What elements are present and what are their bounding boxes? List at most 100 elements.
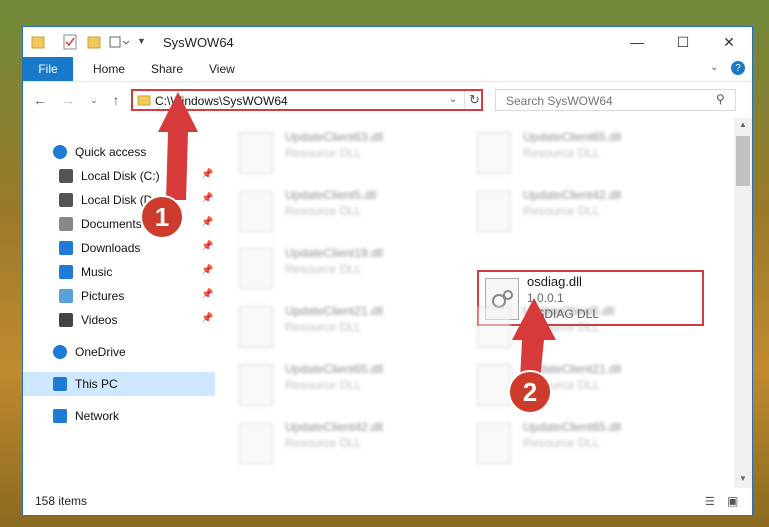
properties-icon[interactable] bbox=[63, 34, 77, 50]
file-tile[interactable]: UpdateClient19.dll Resource DLL bbox=[239, 244, 469, 292]
dropdown-icon[interactable]: ▼ bbox=[137, 36, 146, 52]
sidebar-item-label: Local Disk (C:) bbox=[81, 169, 160, 183]
star-icon bbox=[53, 145, 67, 159]
maximize-button[interactable]: ☐ bbox=[660, 27, 706, 57]
sidebar-item-label: OneDrive bbox=[75, 345, 126, 359]
minimize-button[interactable]: — bbox=[614, 27, 660, 57]
pin-icon[interactable]: 📌 bbox=[201, 313, 213, 324]
dll-file-icon bbox=[239, 132, 273, 174]
large-icons-view-icon[interactable]: ▣ bbox=[727, 494, 738, 508]
file-tile[interactable]: UpdateClient42.dll Resource DLL bbox=[477, 186, 707, 234]
sidebar-item-videos[interactable]: Videos 📌 bbox=[23, 308, 215, 332]
refresh-icon[interactable]: ↻ bbox=[469, 92, 480, 108]
scrollbar-thumb[interactable] bbox=[736, 136, 750, 186]
dll-file-icon bbox=[239, 190, 273, 232]
file-type: Resource DLL bbox=[523, 320, 600, 334]
file-type: Resource DLL bbox=[523, 436, 600, 450]
sidebar-item-music[interactable]: Music 📌 bbox=[23, 260, 215, 284]
forward-arrow-icon[interactable]: → bbox=[59, 91, 77, 109]
sidebar-item-downloads[interactable]: Downloads 📌 bbox=[23, 236, 215, 260]
title-bar: ▼ SysWOW64 — ☐ ✕ bbox=[23, 27, 752, 57]
sidebar-item-label: Documents bbox=[81, 217, 142, 231]
explorer-window: ▼ SysWOW64 — ☐ ✕ File Home Share View ⌄ … bbox=[22, 26, 753, 516]
up-arrow-icon[interactable]: ↑ bbox=[107, 91, 125, 109]
tab-home[interactable]: Home bbox=[93, 62, 125, 76]
pin-icon[interactable]: 📌 bbox=[201, 193, 213, 204]
file-tile[interactable]: UpdateClient63.dll Resource DLL bbox=[239, 128, 469, 176]
sidebar-item-label: This PC bbox=[75, 377, 118, 391]
recent-locations-icon[interactable]: ⌄ bbox=[85, 91, 103, 109]
file-tile[interactable]: UpdateClient42.dll Resource DLL bbox=[239, 418, 469, 466]
file-tile[interactable]: UpdateClient65.dll Resource DLL bbox=[477, 128, 707, 176]
help-icon[interactable]: ? bbox=[731, 61, 745, 75]
documents-icon bbox=[59, 217, 73, 231]
pin-icon[interactable]: 📌 bbox=[201, 217, 213, 228]
file-type: Resource DLL bbox=[523, 146, 600, 160]
sidebar-item-this-pc[interactable]: This PC bbox=[23, 372, 215, 396]
videos-icon bbox=[59, 313, 73, 327]
pictures-icon bbox=[59, 289, 73, 303]
computer-icon bbox=[53, 377, 67, 391]
file-tile[interactable]: UpdateClient5.dll Resource DLL bbox=[239, 186, 469, 234]
scroll-up-icon[interactable]: ▲ bbox=[739, 120, 747, 129]
network-icon bbox=[53, 409, 67, 423]
chevron-down-icon[interactable]: ⌄ bbox=[449, 94, 457, 105]
pin-icon[interactable]: 📌 bbox=[201, 169, 213, 180]
sidebar-item-label: Downloads bbox=[81, 241, 141, 255]
sidebar-item-documents[interactable]: Documents 📌 bbox=[23, 212, 215, 236]
tab-file[interactable]: File bbox=[23, 57, 73, 81]
dll-file-icon bbox=[477, 364, 511, 406]
expand-ribbon-icon[interactable]: ⌄ bbox=[710, 62, 718, 73]
pin-icon[interactable]: 📌 bbox=[201, 241, 213, 252]
new-folder-icon[interactable] bbox=[87, 34, 101, 50]
sidebar-item-label: Videos bbox=[81, 313, 118, 327]
tab-view[interactable]: View bbox=[209, 62, 235, 76]
sidebar-item-label: Music bbox=[81, 265, 113, 279]
sidebar-item-local-disk-c[interactable]: Local Disk (C:) 📌 bbox=[23, 164, 215, 188]
vertical-scrollbar[interactable]: ▲ ▼ bbox=[734, 118, 752, 488]
address-field[interactable]: C:\Windows\SysWOW64 ⌄ ↻ bbox=[131, 89, 483, 111]
file-type: Resource DLL bbox=[285, 436, 362, 450]
dll-file-icon bbox=[477, 306, 511, 348]
scroll-down-icon[interactable]: ▼ bbox=[739, 474, 747, 483]
music-icon bbox=[59, 265, 73, 279]
downloads-icon bbox=[59, 241, 73, 255]
search-box[interactable]: ⚲ bbox=[495, 89, 736, 111]
sidebar-item-label: Quick access bbox=[75, 145, 147, 159]
pin-icon[interactable]: 📌 bbox=[201, 289, 213, 300]
search-input[interactable] bbox=[504, 92, 708, 110]
file-tile[interactable]: UpdateClient21.dll Resource DLL bbox=[239, 302, 469, 350]
details-view-icon[interactable]: ☰ bbox=[705, 495, 715, 508]
dll-file-icon bbox=[239, 306, 273, 348]
file-name: UpdateClient42.dll bbox=[285, 420, 384, 434]
file-tile[interactable]: UpdateClient5.dll Resource DLL bbox=[477, 302, 707, 350]
file-tile[interactable]: UpdateClient65.dll Resource DLL bbox=[239, 360, 469, 408]
file-name: UpdateClient21.dll bbox=[285, 304, 384, 318]
file-name: osdiag.dll bbox=[527, 274, 582, 289]
file-type: Resource DLL bbox=[285, 378, 362, 392]
customize-quick-access-icon[interactable] bbox=[109, 34, 129, 50]
file-name: UpdateClient65.dll bbox=[523, 130, 622, 144]
sidebar-item-network[interactable]: Network bbox=[23, 404, 215, 428]
back-arrow-icon[interactable]: ← bbox=[31, 91, 49, 109]
sidebar-item-label: Network bbox=[75, 409, 120, 423]
file-name: UpdateClient65.dll bbox=[523, 420, 622, 434]
sidebar-item-quick-access[interactable]: Quick access bbox=[23, 140, 215, 164]
drive-icon bbox=[59, 193, 73, 207]
tab-share[interactable]: Share bbox=[151, 62, 183, 76]
sidebar-item-onedrive[interactable]: OneDrive bbox=[23, 340, 215, 364]
sidebar-item-local-disk-d[interactable]: Local Disk (D:) 📌 bbox=[23, 188, 215, 212]
file-name: UpdateClient5.dll bbox=[285, 188, 377, 202]
callout-2: 2 bbox=[508, 370, 552, 414]
search-icon[interactable]: ⚲ bbox=[716, 92, 725, 106]
address-path: C:\Windows\SysWOW64 bbox=[155, 94, 288, 108]
file-name: UpdateClient42.dll bbox=[523, 188, 622, 202]
dll-file-icon bbox=[477, 132, 511, 174]
sidebar-item-pictures[interactable]: Pictures 📌 bbox=[23, 284, 215, 308]
close-button[interactable]: ✕ bbox=[706, 27, 752, 57]
pin-icon[interactable]: 📌 bbox=[201, 265, 213, 276]
file-tile[interactable]: UpdateClient65.dll Resource DLL bbox=[477, 418, 707, 466]
dll-file-icon bbox=[477, 190, 511, 232]
file-list: osdiag.dll 1.0.0.1 OSDIAG DLL UpdateClie… bbox=[219, 118, 734, 488]
callout-1: 1 bbox=[140, 195, 184, 239]
